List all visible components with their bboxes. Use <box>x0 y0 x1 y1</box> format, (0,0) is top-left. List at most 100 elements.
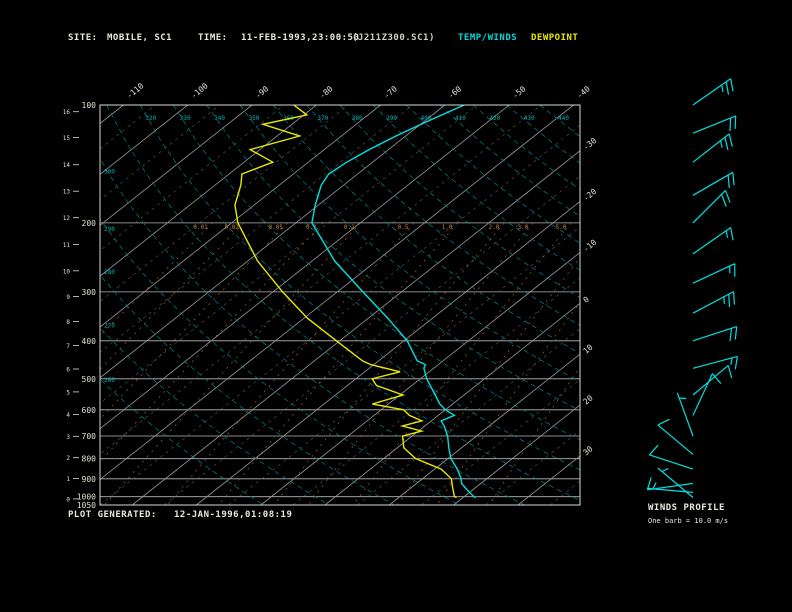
svg-text:900: 900 <box>82 475 97 484</box>
svg-text:260: 260 <box>104 377 115 384</box>
svg-text:-10: -10 <box>582 238 599 254</box>
wind-barb <box>692 326 738 342</box>
svg-text:320: 320 <box>145 115 156 122</box>
svg-text:0.2: 0.2 <box>344 224 355 231</box>
svg-text:1050: 1050 <box>77 501 96 510</box>
svg-text:350: 350 <box>249 115 260 122</box>
svg-text:0: 0 <box>582 295 592 305</box>
wind-barb <box>692 291 735 314</box>
svg-text:390: 390 <box>386 115 397 122</box>
svg-text:3: 3 <box>66 434 70 441</box>
svg-text:290: 290 <box>104 226 115 233</box>
wind-barb <box>657 418 694 455</box>
svg-text:-50: -50 <box>511 84 528 100</box>
svg-text:10: 10 <box>582 343 595 356</box>
svg-text:9: 9 <box>66 294 70 301</box>
svg-text:-100: -100 <box>189 81 210 100</box>
right-temperature-labels: -30 -20 -10 0 10 20 30 <box>582 136 599 458</box>
wind-barb <box>692 227 734 255</box>
svg-text:340: 340 <box>214 115 225 122</box>
plot-generated-value: 12-JAN-1996,01:08:19 <box>174 510 293 520</box>
svg-text:-30: -30 <box>582 136 599 152</box>
svg-text:6: 6 <box>66 367 70 374</box>
svg-text:4: 4 <box>66 412 70 419</box>
svg-text:-90: -90 <box>254 84 271 100</box>
svg-text:500: 500 <box>82 375 97 384</box>
wind-barb <box>692 171 735 196</box>
dewpoint-trace <box>234 105 457 499</box>
svg-text:300: 300 <box>104 169 115 176</box>
svg-text:12: 12 <box>63 215 71 222</box>
grid-labels: 260270280290300320 330 340 350 360 370 380 390 4… <box>104 115 569 384</box>
svg-text:-20: -20 <box>582 187 599 203</box>
svg-text:700: 700 <box>82 432 97 441</box>
svg-text:200: 200 <box>82 219 97 228</box>
svg-text:3.0: 3.0 <box>517 224 528 231</box>
svg-text:-110: -110 <box>125 81 146 100</box>
svg-text:0.01: 0.01 <box>193 224 208 231</box>
wind-barb <box>676 392 694 437</box>
winds-profile-title: WINDS PROFILE <box>648 503 725 513</box>
svg-text:0.5: 0.5 <box>398 224 409 231</box>
svg-text:-40: -40 <box>575 84 592 100</box>
top-temperature-labels: -110 -100 -90 -80 -70 -60 -50 -40 <box>125 81 592 100</box>
wind-barb <box>692 355 738 370</box>
wind-barb <box>692 133 733 163</box>
svg-text:430: 430 <box>524 115 535 122</box>
svg-text:30: 30 <box>582 444 595 457</box>
svg-text:0: 0 <box>66 496 70 503</box>
svg-text:5: 5 <box>66 389 70 396</box>
wind-barb <box>657 467 694 498</box>
wind-barb <box>692 263 736 284</box>
skewt-grid <box>100 105 580 505</box>
svg-text:14: 14 <box>63 162 71 169</box>
skewt-app-window: SITE: MOBILE, SC1 TIME: 11-FEB-1993,23:0… <box>0 0 792 612</box>
svg-text:400: 400 <box>421 115 432 122</box>
svg-text:2.0: 2.0 <box>488 224 499 231</box>
svg-text:16: 16 <box>63 109 71 116</box>
temperature-trace <box>311 105 477 499</box>
svg-text:15: 15 <box>63 135 71 142</box>
wind-barb <box>692 115 737 134</box>
svg-text:370: 370 <box>317 115 328 122</box>
svg-text:11: 11 <box>63 242 71 249</box>
winds-profile-subtitle: One barb = 10.0 m/s <box>648 517 729 525</box>
svg-text:8: 8 <box>66 319 70 326</box>
wind-barb <box>692 373 722 416</box>
plot-generated-label: PLOT GENERATED: <box>68 510 157 520</box>
svg-text:600: 600 <box>82 406 97 415</box>
svg-text:20: 20 <box>582 393 595 406</box>
plot-border <box>99 104 581 506</box>
svg-text:-70: -70 <box>382 84 399 100</box>
svg-text:0.05: 0.05 <box>268 224 283 231</box>
wind-barb <box>692 364 733 396</box>
svg-text:1: 1 <box>66 476 70 483</box>
svg-text:1.0: 1.0 <box>442 224 453 231</box>
svg-text:410: 410 <box>455 115 466 122</box>
svg-text:13: 13 <box>63 189 71 196</box>
svg-text:7: 7 <box>66 343 70 350</box>
svg-text:800: 800 <box>82 455 97 464</box>
svg-text:270: 270 <box>104 323 115 330</box>
svg-text:420: 420 <box>489 115 500 122</box>
svg-text:380: 380 <box>352 115 363 122</box>
sounding-traces <box>234 105 477 499</box>
svg-text:-60: -60 <box>446 84 463 100</box>
wind-barb <box>692 189 731 224</box>
wind-barbs <box>646 78 738 498</box>
height-axis: 012345678910111213141516 <box>63 109 79 503</box>
svg-text:-80: -80 <box>318 84 335 100</box>
svg-text:0.02: 0.02 <box>224 224 239 231</box>
svg-text:400: 400 <box>82 337 97 346</box>
svg-text:10: 10 <box>63 268 71 275</box>
svg-text:5.0: 5.0 <box>556 224 567 231</box>
pressure-axis: 10020030040050060070080090010001050 <box>77 101 96 510</box>
wind-barb <box>646 477 694 491</box>
svg-text:280: 280 <box>104 269 115 276</box>
svg-text:300: 300 <box>82 288 97 297</box>
wind-barb <box>692 78 734 106</box>
svg-text:330: 330 <box>180 115 191 122</box>
svg-text:2: 2 <box>66 455 70 462</box>
svg-text:100: 100 <box>82 101 97 110</box>
svg-text:440: 440 <box>558 115 569 122</box>
